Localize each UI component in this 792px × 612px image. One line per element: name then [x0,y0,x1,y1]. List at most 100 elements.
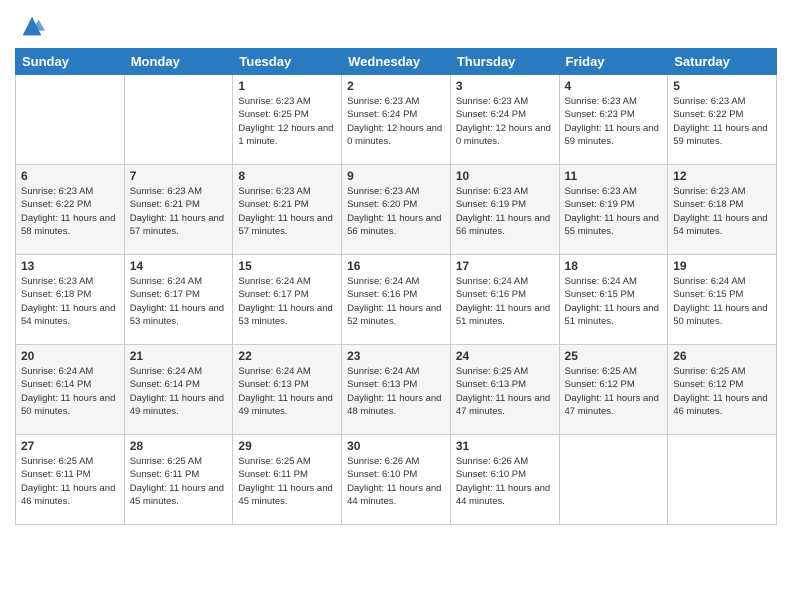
day-number: 31 [456,439,554,453]
calendar-cell: 18Sunrise: 6:24 AMSunset: 6:15 PMDayligh… [559,255,668,345]
sunset-text: Sunset: 6:13 PM [238,378,336,391]
sunset-text: Sunset: 6:18 PM [21,288,119,301]
sunrise-text: Sunrise: 6:23 AM [456,95,554,108]
sunrise-text: Sunrise: 6:25 AM [565,365,663,378]
sunset-text: Sunset: 6:19 PM [456,198,554,211]
sunset-text: Sunset: 6:23 PM [565,108,663,121]
calendar-cell: 14Sunrise: 6:24 AMSunset: 6:17 PMDayligh… [124,255,233,345]
calendar-cell [559,435,668,525]
sunrise-text: Sunrise: 6:24 AM [130,365,228,378]
day-number: 24 [456,349,554,363]
sunrise-text: Sunrise: 6:24 AM [673,275,771,288]
calendar-cell: 25Sunrise: 6:25 AMSunset: 6:12 PMDayligh… [559,345,668,435]
calendar-cell: 29Sunrise: 6:25 AMSunset: 6:11 PMDayligh… [233,435,342,525]
day-info: Sunrise: 6:23 AMSunset: 6:18 PMDaylight:… [21,275,119,328]
day-info: Sunrise: 6:24 AMSunset: 6:17 PMDaylight:… [238,275,336,328]
day-info: Sunrise: 6:23 AMSunset: 6:24 PMDaylight:… [456,95,554,148]
daylight-text: Daylight: 11 hours and 49 minutes. [130,392,228,419]
sunset-text: Sunset: 6:24 PM [347,108,445,121]
sunset-text: Sunset: 6:11 PM [21,468,119,481]
daylight-text: Daylight: 11 hours and 51 minutes. [565,302,663,329]
day-info: Sunrise: 6:23 AMSunset: 6:24 PMDaylight:… [347,95,445,148]
sunset-text: Sunset: 6:22 PM [673,108,771,121]
calendar-table: SundayMondayTuesdayWednesdayThursdayFrid… [15,48,777,525]
sunrise-text: Sunrise: 6:24 AM [565,275,663,288]
day-info: Sunrise: 6:25 AMSunset: 6:11 PMDaylight:… [130,455,228,508]
day-info: Sunrise: 6:24 AMSunset: 6:15 PMDaylight:… [673,275,771,328]
calendar-cell [668,435,777,525]
sunrise-text: Sunrise: 6:23 AM [565,185,663,198]
sunrise-text: Sunrise: 6:23 AM [673,185,771,198]
daylight-text: Daylight: 11 hours and 54 minutes. [21,302,119,329]
day-number: 7 [130,169,228,183]
day-number: 5 [673,79,771,93]
calendar-cell: 10Sunrise: 6:23 AMSunset: 6:19 PMDayligh… [450,165,559,255]
day-number: 13 [21,259,119,273]
sunrise-text: Sunrise: 6:24 AM [130,275,228,288]
sunset-text: Sunset: 6:24 PM [456,108,554,121]
week-row-4: 20Sunrise: 6:24 AMSunset: 6:14 PMDayligh… [16,345,777,435]
daylight-text: Daylight: 11 hours and 56 minutes. [456,212,554,239]
sunrise-text: Sunrise: 6:23 AM [565,95,663,108]
calendar-cell: 19Sunrise: 6:24 AMSunset: 6:15 PMDayligh… [668,255,777,345]
daylight-text: Daylight: 11 hours and 49 minutes. [238,392,336,419]
week-row-3: 13 Sunrise: 6:23 AMSunset: 6:18 PMDayligh… [16,255,777,345]
daylight-text: Daylight: 11 hours and 53 minutes. [238,302,336,329]
sunrise-text: Sunrise: 6:25 AM [130,455,228,468]
day-number: 15 [238,259,336,273]
daylight-text: Daylight: 11 hours and 54 minutes. [673,212,771,239]
calendar-cell: 11Sunrise: 6:23 AMSunset: 6:19 PMDayligh… [559,165,668,255]
weekday-sunday: Sunday [16,49,125,75]
daylight-text: Daylight: 11 hours and 44 minutes. [456,482,554,509]
day-number: 16 [347,259,445,273]
day-info: Sunrise: 6:26 AMSunset: 6:10 PMDaylight:… [347,455,445,508]
day-number: 27 [21,439,119,453]
day-info: Sunrise: 6:24 AMSunset: 6:13 PMDaylight:… [347,365,445,418]
calendar-cell: 8Sunrise: 6:23 AMSunset: 6:21 PMDaylight… [233,165,342,255]
sunset-text: Sunset: 6:15 PM [673,288,771,301]
calendar-body: 1Sunrise: 6:23 AMSunset: 6:25 PMDaylight… [16,75,777,525]
day-number: 14 [130,259,228,273]
daylight-text: Daylight: 12 hours and 0 minutes. [456,122,554,149]
calendar-cell: 4Sunrise: 6:23 AMSunset: 6:23 PMDaylight… [559,75,668,165]
weekday-monday: Monday [124,49,233,75]
day-number: 9 [347,169,445,183]
sunset-text: Sunset: 6:22 PM [21,198,119,211]
day-info: Sunrise: 6:26 AMSunset: 6:10 PMDaylight:… [456,455,554,508]
sunrise-text: Sunrise: 6:23 AM [347,95,445,108]
calendar-cell: 27Sunrise: 6:25 AMSunset: 6:11 PMDayligh… [16,435,125,525]
day-number: 10 [456,169,554,183]
daylight-text: Daylight: 11 hours and 59 minutes. [673,122,771,149]
calendar-cell: 6Sunrise: 6:23 AMSunset: 6:22 PMDaylight… [16,165,125,255]
sunset-text: Sunset: 6:20 PM [347,198,445,211]
daylight-text: Daylight: 11 hours and 56 minutes. [347,212,445,239]
sunrise-text: Sunrise: 6:24 AM [21,365,119,378]
day-number: 1 [238,79,336,93]
sunset-text: Sunset: 6:15 PM [565,288,663,301]
calendar-cell: 13 Sunrise: 6:23 AMSunset: 6:18 PMDayligh… [16,255,125,345]
weekday-thursday: Thursday [450,49,559,75]
calendar-cell: 22Sunrise: 6:24 AMSunset: 6:13 PMDayligh… [233,345,342,435]
sunset-text: Sunset: 6:10 PM [456,468,554,481]
daylight-text: Daylight: 11 hours and 48 minutes. [347,392,445,419]
sunrise-text: Sunrise: 6:25 AM [673,365,771,378]
daylight-text: Daylight: 11 hours and 45 minutes. [130,482,228,509]
day-info: Sunrise: 6:23 AMSunset: 6:21 PMDaylight:… [130,185,228,238]
daylight-text: Daylight: 11 hours and 53 minutes. [130,302,228,329]
day-number: 3 [456,79,554,93]
sunset-text: Sunset: 6:13 PM [456,378,554,391]
day-number: 28 [130,439,228,453]
sunset-text: Sunset: 6:18 PM [673,198,771,211]
week-row-1: 1Sunrise: 6:23 AMSunset: 6:25 PMDaylight… [16,75,777,165]
sunset-text: Sunset: 6:13 PM [347,378,445,391]
sunset-text: Sunset: 6:19 PM [565,198,663,211]
daylight-text: Daylight: 11 hours and 57 minutes. [130,212,228,239]
day-number: 25 [565,349,663,363]
calendar-cell: 3 Sunrise: 6:23 AMSunset: 6:24 PMDaylight… [450,75,559,165]
sunrise-text: Sunrise: 6:25 AM [21,455,119,468]
sunrise-text: Sunrise: 6:23 AM [21,185,119,198]
sunset-text: Sunset: 6:12 PM [673,378,771,391]
sunrise-text: Sunrise: 6:25 AM [238,455,336,468]
calendar-cell: 2Sunrise: 6:23 AMSunset: 6:24 PMDaylight… [342,75,451,165]
day-info: Sunrise: 6:24 AMSunset: 6:16 PMDaylight:… [456,275,554,328]
